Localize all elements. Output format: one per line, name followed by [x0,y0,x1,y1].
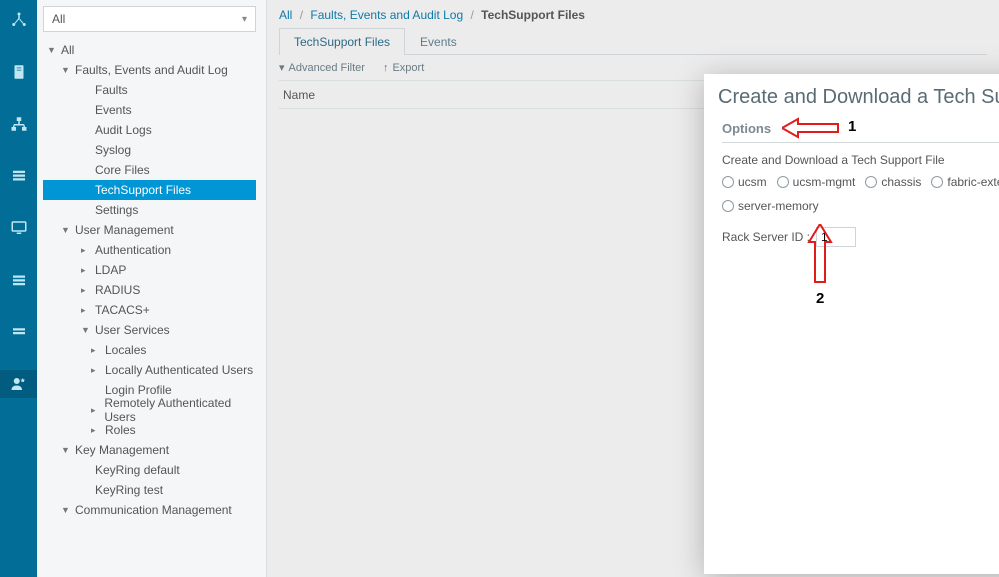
tree-keyring-default[interactable]: KeyRing default [43,460,256,480]
topology-icon [10,11,28,29]
storage-icon [10,271,28,289]
breadcrumb: All / Faults, Events and Audit Log / Tec… [267,0,999,28]
tree-tacacs[interactable]: ▸TACACS+ [43,300,256,320]
annotation-number-2: 2 [816,290,824,307]
tab-events[interactable]: Events [405,28,472,55]
radio-fabric-extender[interactable]: fabric-extender [931,175,999,189]
crumb-faults-events[interactable]: Faults, Events and Audit Log [310,8,463,22]
radio-ucsm-mgmt[interactable]: ucsm-mgmt [777,175,856,189]
modal-title: Create and Download a Tech Support File [718,86,999,109]
export-button[interactable]: ↑ Export [383,62,424,74]
left-icon-rail [0,0,37,577]
tree-remote-auth-users[interactable]: ▸Remotely Authenticated Users [43,400,256,420]
tree-syslog[interactable]: Syslog [43,140,256,160]
tree-user-services[interactable]: ▼User Services [43,320,256,340]
chassis-icon [10,323,28,341]
advanced-filter-button[interactable]: ▾ Advanced Filter [279,61,365,74]
scope-combobox[interactable]: All ▾ [43,6,256,32]
tree-faults[interactable]: Faults [43,80,256,100]
tree-key-management[interactable]: ▼Key Management [43,440,256,460]
crumb-sep: / [470,8,473,22]
rail-item-servers[interactable] [0,58,37,86]
chevron-down-icon: ▾ [242,14,247,25]
tree-root-all[interactable]: ▼All [43,40,256,60]
tree-radius[interactable]: ▸RADIUS [43,280,256,300]
rail-item-vm[interactable] [0,214,37,242]
options-section-header: Options [722,121,999,143]
tree-locales[interactable]: ▸Locales [43,340,256,360]
crumb-all[interactable]: All [279,8,292,22]
rack-server-id-input[interactable] [816,227,856,247]
tree-ldap[interactable]: ▸LDAP [43,260,256,280]
crumb-current: TechSupport Files [481,8,585,22]
radio-server-memory[interactable]: server-memory [722,199,819,213]
tree-local-auth-users[interactable]: ▸Locally Authenticated Users [43,360,256,380]
tree-authentication[interactable]: ▸Authentication [43,240,256,260]
options-subhead: Create and Download a Tech Support File [722,153,999,167]
stack-icon [10,167,28,185]
tab-bar: TechSupport Files Events [279,28,987,55]
tree-keyring-test[interactable]: KeyRing test [43,480,256,500]
tree-audit-logs[interactable]: Audit Logs [43,120,256,140]
rack-server-id-label: Rack Server ID : [722,230,810,244]
tech-support-type-radios: ucsm ucsm-mgmt chassis fabric-extender r… [722,175,999,213]
rail-item-storage[interactable] [0,266,37,294]
rack-server-fields: Rack Server ID : Rack Server Adapter ID … [722,227,999,247]
tree-events[interactable]: Events [43,100,256,120]
sidebar: All ▾ ▼All ▼Faults, Events and Audit Log… [37,0,267,577]
radio-chassis[interactable]: chassis [865,175,921,189]
scope-combobox-label: All [52,12,65,26]
tree-faults-events[interactable]: ▼Faults, Events and Audit Log [43,60,256,80]
tree-settings[interactable]: Settings [43,200,256,220]
monitor-icon [10,219,28,237]
modal-body: Options Create and Download a Tech Suppo… [704,115,999,524]
tab-techsupport-files[interactable]: TechSupport Files [279,28,405,55]
server-icon [10,63,28,81]
admin-icon [10,375,28,393]
tree-communication-management[interactable]: ▼Communication Management [43,500,256,520]
modal-footer: OK Cancel [704,524,999,574]
rack-server-id-field: Rack Server ID : [722,227,856,247]
create-techsupport-modal: Create and Download a Tech Support File … [704,74,999,574]
annotation-number-1: 1 [848,118,856,135]
tree-user-management[interactable]: ▼User Management [43,220,256,240]
rail-item-lan[interactable] [0,110,37,138]
nav-tree: ▼All ▼Faults, Events and Audit Log Fault… [43,40,256,571]
radio-ucsm[interactable]: ucsm [722,175,767,189]
main-area: All / Faults, Events and Audit Log / Tec… [267,0,999,577]
crumb-sep: / [300,8,303,22]
export-icon: ↑ [383,62,389,74]
filter-icon: ▾ [279,61,285,74]
tree-core-files[interactable]: Core Files [43,160,256,180]
rail-item-topology[interactable] [0,6,37,34]
rail-item-chassis[interactable] [0,318,37,346]
tree-techsupport-files[interactable]: TechSupport Files [43,180,256,200]
options-label: Options [722,121,771,136]
rail-item-san[interactable] [0,162,37,190]
modal-header: Create and Download a Tech Support File … [704,74,999,115]
network-icon [10,115,28,133]
rail-item-admin[interactable] [0,370,37,398]
